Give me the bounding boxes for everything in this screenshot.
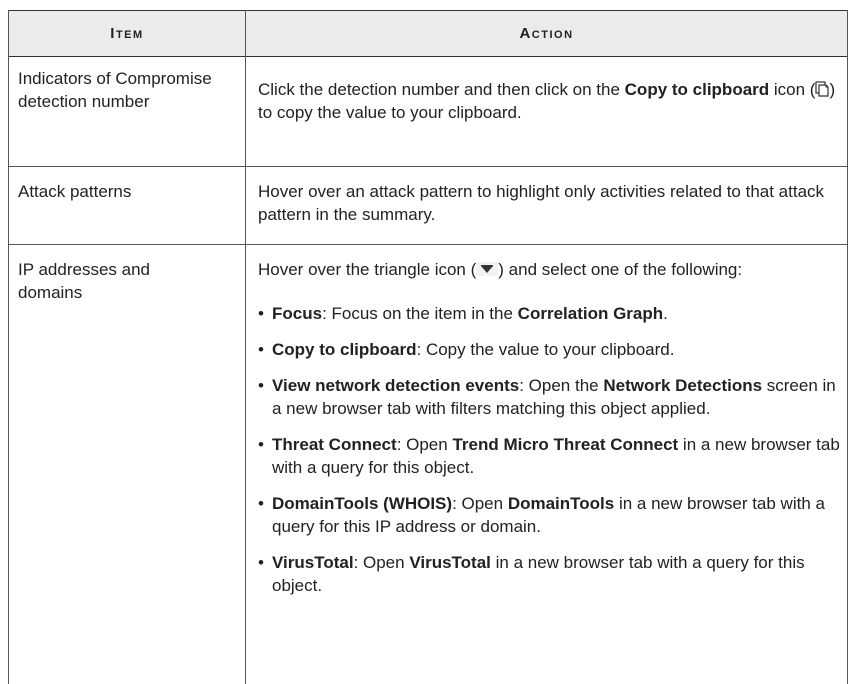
column-header-action: Action xyxy=(519,25,574,42)
column-divider xyxy=(245,10,246,684)
list-item: Threat Connect: Open Trend Micro Threat … xyxy=(258,433,843,479)
list-item: VirusTotal: Open VirusTotal in a new bro… xyxy=(258,551,843,597)
table-top-border xyxy=(8,10,848,11)
column-header-item: Item xyxy=(110,25,144,42)
header-bottom-border xyxy=(8,56,848,57)
triangle-dropdown-icon xyxy=(476,259,499,276)
row-2-action: Hover over an attack pattern to highligh… xyxy=(258,182,825,224)
row-divider xyxy=(8,244,848,245)
table-left-border xyxy=(8,10,9,684)
row-divider xyxy=(8,166,848,167)
row-3-item: IP addresses and domains xyxy=(18,260,150,302)
row-1-action: Click the detection number and then clic… xyxy=(258,80,836,122)
list-item: View network detection events: Open the … xyxy=(258,374,843,420)
options-list: Focus: Focus on the item in the Correlat… xyxy=(258,302,843,597)
list-item: Copy to clipboard: Copy the value to you… xyxy=(258,338,843,361)
list-item: Focus: Focus on the item in the Correlat… xyxy=(258,302,843,325)
row-1-item: Indicators of Compromise detection numbe… xyxy=(18,69,212,111)
row-2-item: Attack patterns xyxy=(18,182,132,201)
copy-to-clipboard-icon xyxy=(815,80,830,97)
row-3-action-intro: Hover over the triangle icon () and sele… xyxy=(258,259,743,279)
list-item: DomainTools (WHOIS): Open DomainTools in… xyxy=(258,492,843,538)
table-right-border xyxy=(847,10,848,684)
